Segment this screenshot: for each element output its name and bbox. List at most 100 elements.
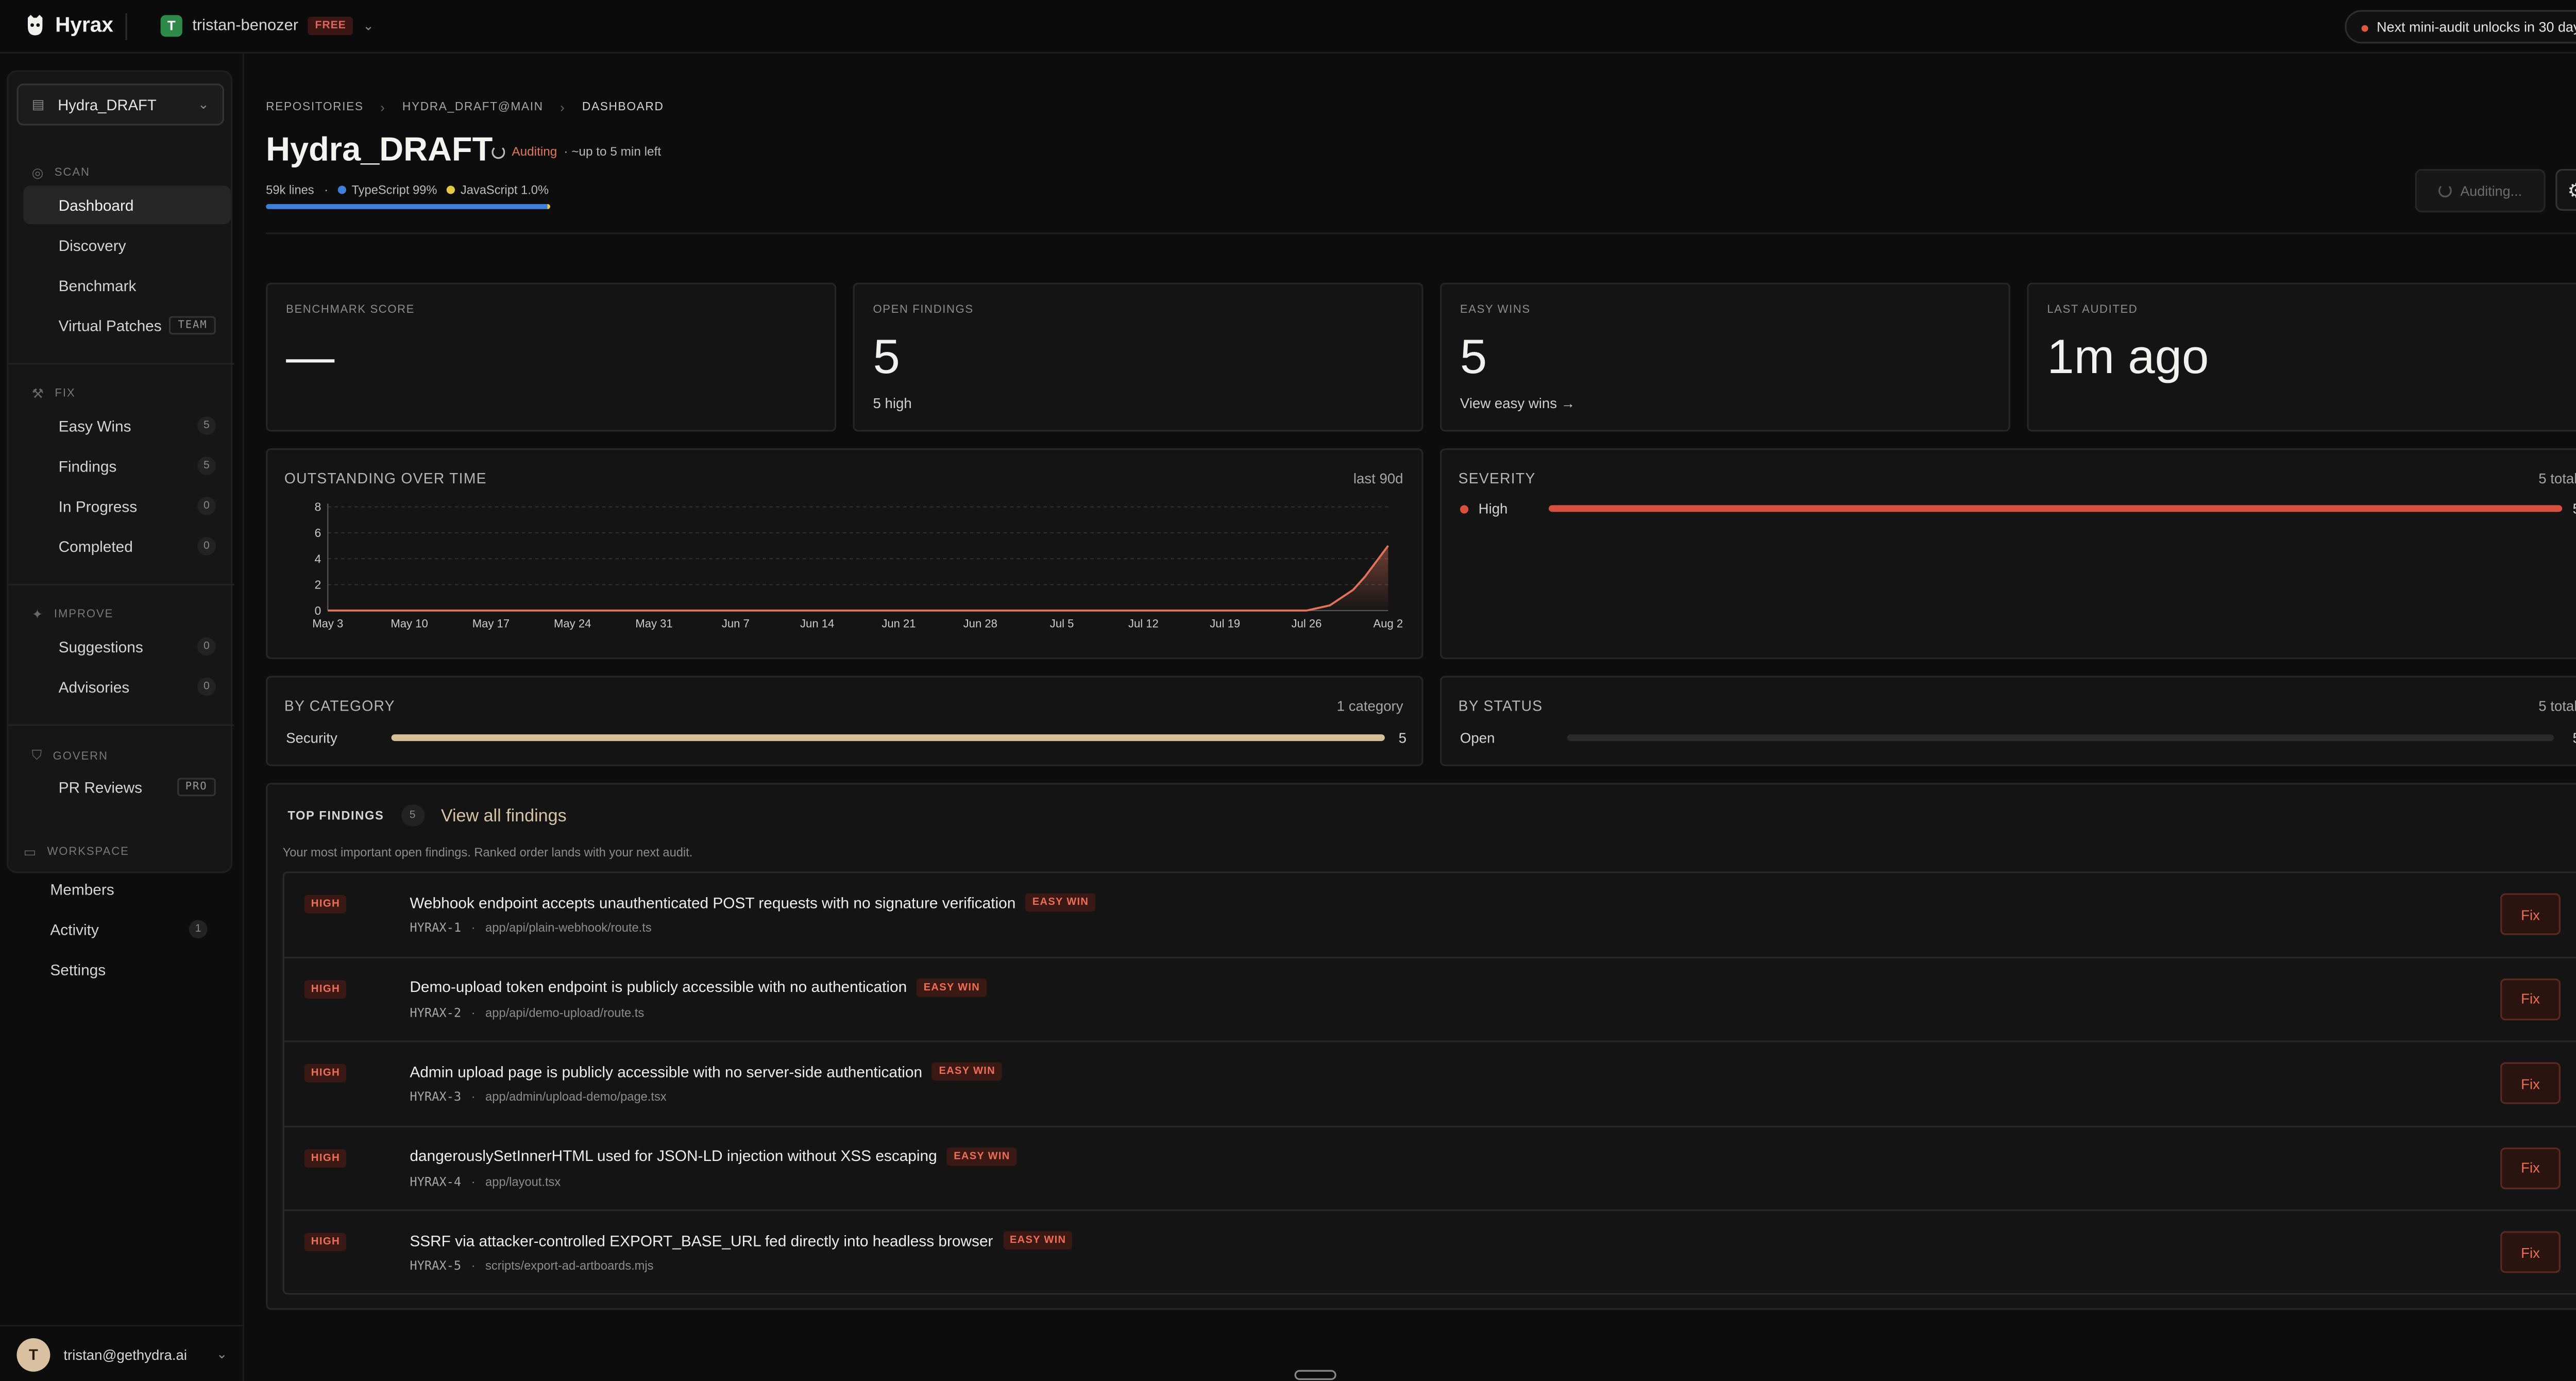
card-label: OPEN FINDINGS [873,304,974,316]
table-row[interactable]: HIGH SSRF via attacker-controlled EXPORT_… [284,1211,2576,1295]
sidebar-item-label: Completed [58,537,133,555]
chevron-down-icon: ⌄ [363,18,374,33]
separator: · [324,182,329,198]
repo-settings-button[interactable]: ⚙ [2555,169,2576,211]
fix-button[interactable]: Fix [2500,893,2561,935]
fix-button[interactable]: Fix [2500,978,2561,1020]
sidebar-item-advisories[interactable]: Advisories 0 [23,667,231,706]
org-name: tristan-benozer [192,16,299,36]
sidebar-item-easy-wins[interactable]: Easy Wins 5 [23,407,231,445]
category-bar [391,734,1385,742]
status-label: Open [1460,729,1495,746]
sidebar-item-dashboard[interactable]: Dashboard [23,186,231,224]
sidebar-item-activity[interactable]: Activity 1 [15,910,223,949]
finding-id: HYRAX-1 [410,920,462,935]
easy-win-badge: EASY WIN [932,1062,1002,1081]
sidebar-item-benchmark[interactable]: Benchmark [23,266,231,305]
category-title: BY CATEGORY [284,697,395,715]
view-easy-wins-link[interactable]: View easy wins → [1460,395,1575,411]
user-menu[interactable]: T tristan@gethydra.ai ⌄ [0,1324,244,1381]
status-total: 5 total [2538,697,2576,715]
sidebar-item-members[interactable]: Members [15,870,223,908]
category-bar-fill [391,734,1385,742]
finding-path: app/layout.tsx [485,1173,561,1189]
count-badge: 5 [197,416,216,435]
wrench-icon: ⚒ [31,386,45,402]
table-row[interactable]: HIGH Admin upload page is publicly access… [284,1042,2576,1127]
top-findings-title: TOP FINDINGS [287,807,384,823]
category-card: BY CATEGORY 1 category Security 5 [266,676,1423,766]
chevron-right-icon: › [560,100,566,115]
sidebar-panel: ▤ Hydra_DRAFT ⌄ ◎ SCAN Dashboard Discover… [6,70,234,873]
finding-title-line: SSRF via attacker-controlled EXPORT_BASE… [410,1231,1073,1250]
audit-notice[interactable]: Next mini-audit unlocks in 30 days [2345,10,2576,44]
x-tick-label: May 31 [635,617,672,630]
fix-button[interactable]: Fix [2500,1062,2561,1104]
sidebar-item-label: Easy Wins [58,417,131,434]
fix-button[interactable]: Fix [2500,1147,2561,1189]
breadcrumb-repositories[interactable]: REPOSITORIES [266,102,364,114]
category-row-security[interactable]: Security 5 [286,729,1406,746]
sidebar-item-discovery[interactable]: Discovery [23,226,231,264]
plan-tag: TEAM [170,316,216,335]
sidebar-item-findings[interactable]: Findings 5 [23,447,231,485]
finding-title[interactable]: Admin upload page is publicly accessible… [410,1063,922,1080]
section-label: WORKSPACE [47,846,129,858]
sidebar-item-pr-reviews[interactable]: PR Reviews PRO [23,768,231,806]
finding-title[interactable]: Demo-upload token endpoint is publicly a… [410,979,907,995]
status-row-open[interactable]: Open 5 [1460,729,2576,746]
chevron-down-icon: ⌄ [198,97,209,112]
benchmark-score-value: — [286,331,335,385]
finding-id: HYRAX-3 [410,1089,462,1104]
status-title: BY STATUS [1458,697,1543,715]
x-tick-label: Jul 26 [1292,617,1322,630]
count-badge: 5 [197,457,216,475]
top-findings-panel: TOP FINDINGS 5 View all findings Your mo… [266,783,2576,1310]
easy-wins-card[interactable]: EASY WINS 5 View easy wins → [1439,282,2010,432]
divider [8,363,234,365]
x-tick-label: Jul 5 [1050,617,1074,630]
hyrax-logo-icon [27,14,43,36]
x-tick-label: Jul 19 [1210,617,1240,630]
finding-title[interactable]: SSRF via attacker-controlled EXPORT_BASE… [410,1232,993,1249]
open-findings-sub: 5 high [873,395,912,412]
section-improve: ✦ IMPROVE [32,607,114,622]
severity-title: SEVERITY [1458,470,1536,487]
language-javascript: JavaScript 1.0% [447,182,549,197]
sidebar-item-completed[interactable]: Completed 0 [23,527,231,566]
plan-badge: FREE [308,16,353,36]
view-all-findings-link[interactable]: View all findings [441,805,567,826]
severity-row-high[interactable]: High 5 [1460,500,2576,517]
series-area [328,546,1388,611]
open-findings-card[interactable]: OPEN FINDINGS 5 5 high [853,282,1423,432]
easy-win-badge: EASY WIN [1025,893,1096,912]
finding-path: scripts/export-ad-artboards.mjs [485,1258,654,1273]
app-logo[interactable]: Hyrax [23,13,113,37]
divider [8,583,234,586]
breadcrumb-repo[interactable]: HYDRA_DRAFT@MAIN [402,102,544,114]
table-row[interactable]: HIGH Demo-upload token endpoint is public… [284,957,2576,1042]
finding-title[interactable]: dangerouslySetInnerHTML used for JSON-LD… [410,1148,937,1164]
sidebar-item-label: Advisories [58,678,130,695]
finding-title[interactable]: Webhook endpoint accepts unauthenticated… [410,894,1015,911]
easy-win-badge: EASY WIN [917,978,987,997]
sidebar-item-suggestions[interactable]: Suggestions 0 [23,627,231,666]
y-tick-label: 8 [315,500,321,514]
sidebar-item-in-progress[interactable]: In Progress 0 [23,487,231,526]
sidebar-item-virtual-patches[interactable]: Virtual Patches TEAM [23,306,231,345]
x-tick-label: Aug 2 [1374,617,1403,630]
table-row[interactable]: HIGH dangerouslySetInnerHTML used for JSO… [284,1126,2576,1211]
severity-bar [1548,505,2563,512]
card-label: BENCHMARK SCORE [286,304,415,316]
fix-button[interactable]: Fix [2500,1231,2561,1273]
audit-button[interactable]: Auditing... [2415,169,2546,213]
repo-selector[interactable]: ▤ Hydra_DRAFT ⌄ [16,83,224,126]
scroll-indicator[interactable] [1294,1370,1336,1380]
org-switcher[interactable]: T tristan-benozer FREE ⌄ [160,15,374,37]
table-row[interactable]: HIGH Webhook endpoint accepts unauthentic… [284,873,2576,958]
sidebar-item-label: Suggestions [58,638,143,655]
separator: · [471,1004,476,1020]
divider [266,232,2576,234]
sidebar-item-settings[interactable]: Settings [15,950,223,989]
chevron-down-icon: ⌄ [216,1346,228,1362]
